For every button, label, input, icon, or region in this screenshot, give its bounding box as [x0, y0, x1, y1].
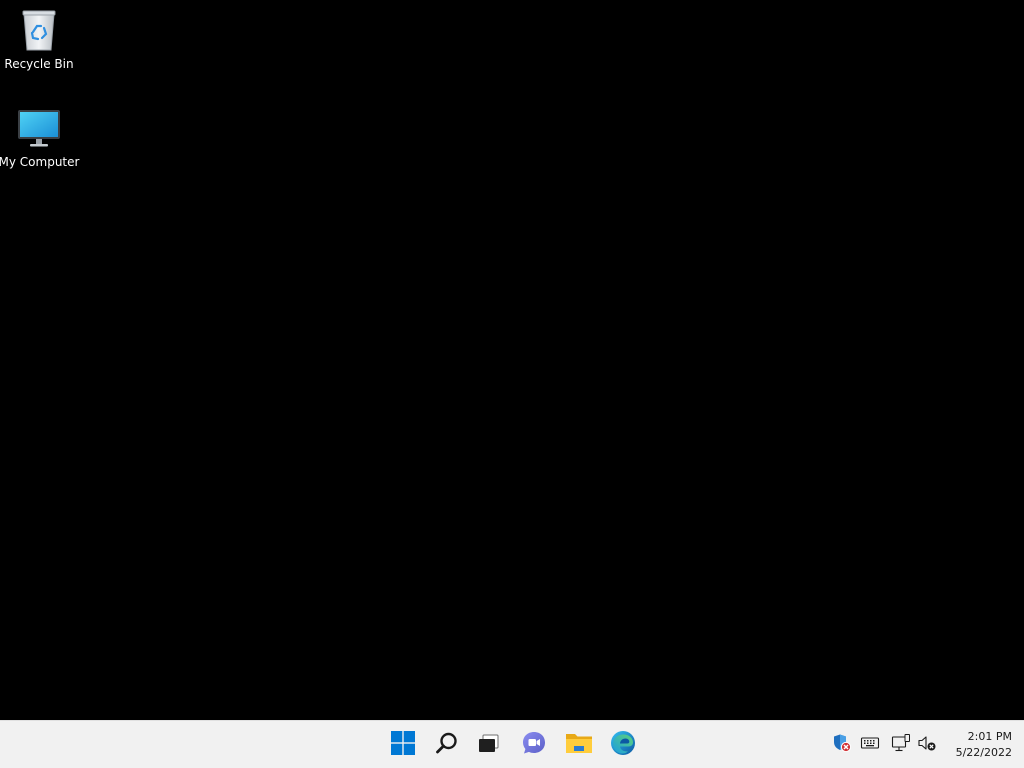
my-computer-shortcut[interactable]: My Computer	[0, 104, 80, 169]
network-tray[interactable]	[891, 733, 911, 757]
folder-icon	[565, 731, 593, 759]
clock[interactable]: 2:01 PM 5/22/2022	[940, 727, 1012, 763]
search-icon	[435, 731, 459, 759]
recycle-bin-label: Recycle Bin	[4, 57, 74, 71]
keyboard-icon	[860, 733, 880, 757]
network-icon	[891, 733, 911, 757]
windows-logo-icon	[391, 731, 415, 759]
monitor-icon	[15, 104, 63, 152]
my-computer-label: My Computer	[0, 155, 80, 169]
windows-security-tray[interactable]	[832, 733, 852, 757]
recycle-bin-shortcut[interactable]: Recycle Bin	[0, 6, 78, 71]
edge-icon	[610, 730, 636, 760]
shield-warning-icon	[832, 733, 852, 757]
desktop: Recycle Bin My Computer	[0, 0, 1024, 720]
clock-date: 5/22/2022	[955, 746, 1012, 759]
task-view-button[interactable]	[471, 727, 507, 763]
clock-time: 2:01 PM	[967, 730, 1012, 743]
recycle-bin-icon	[15, 6, 63, 54]
volume-tray[interactable]	[917, 735, 937, 755]
file-explorer-button[interactable]	[561, 727, 597, 763]
volume-muted-icon	[917, 733, 937, 757]
chat-button[interactable]	[516, 727, 552, 763]
start-button[interactable]	[385, 727, 421, 763]
taskbar: 2:01 PM 5/22/2022	[0, 720, 1024, 768]
task-view-icon	[477, 731, 501, 759]
touch-keyboard-tray[interactable]	[860, 735, 880, 755]
edge-button[interactable]	[605, 727, 641, 763]
chat-icon	[521, 730, 547, 760]
search-button[interactable]	[429, 727, 465, 763]
